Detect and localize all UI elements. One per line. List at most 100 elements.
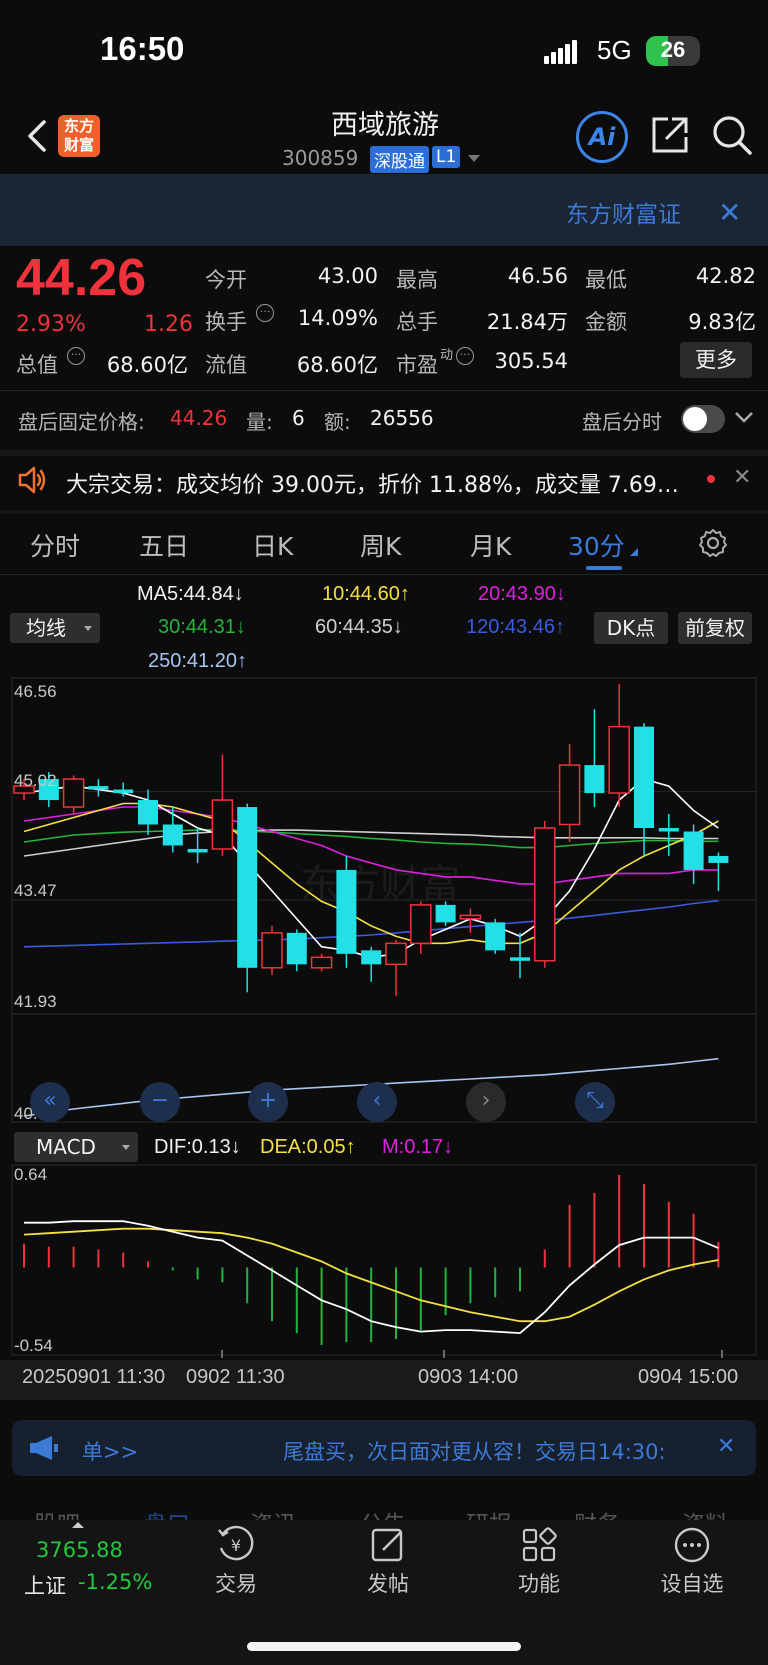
ma120-legend: 120:43.46↑ xyxy=(466,616,565,638)
total-value: 68.60亿 xyxy=(106,353,188,377)
active-tab-indicator xyxy=(586,566,622,570)
candle-body xyxy=(658,828,679,832)
after-hours-price: 44.26 xyxy=(170,406,228,430)
open-value: 43.00 xyxy=(317,264,378,288)
after-hours-amt: 26556 xyxy=(370,406,434,430)
fullscreen-icon[interactable]: ⤡ xyxy=(575,1082,615,1122)
network-type: 5G xyxy=(597,35,632,65)
zoom-in-icon[interactable]: + xyxy=(248,1082,288,1122)
indicator-selector[interactable]: MACD xyxy=(14,1132,138,1162)
scroll-right-icon[interactable]: › xyxy=(466,1082,506,1122)
promo-text[interactable]: 尾盘买，次日面对更从容！交易日14:30: xyxy=(283,1436,666,1466)
index-name[interactable]: 上证 xyxy=(24,1570,66,1600)
price-axis-label: 45.02 xyxy=(14,771,57,790)
candle-body xyxy=(608,725,630,794)
date-axis-label: 20250901 11:30 xyxy=(22,1366,166,1388)
settings-gear-icon[interactable] xyxy=(697,527,729,563)
total-value-info-icon[interactable]: ··· xyxy=(67,347,85,365)
chevron-down-icon[interactable] xyxy=(734,410,754,429)
price-axis-label: 43.47 xyxy=(14,881,57,900)
m-legend: M:0.17↓ xyxy=(382,1136,454,1158)
candle-body xyxy=(485,922,506,951)
price-axis-label: 41.93 xyxy=(14,992,57,1011)
level-badge[interactable]: L1 xyxy=(432,146,461,168)
ma20-legend: 20:43.90↓ xyxy=(478,583,566,605)
app-logo[interactable]: 东方 财富 xyxy=(58,115,100,157)
macd-chart[interactable] xyxy=(0,1164,768,1358)
after-hours-vol: 6 xyxy=(292,406,305,430)
speaker-icon xyxy=(16,464,48,496)
tab-daily-k[interactable]: 日K xyxy=(252,527,293,563)
nav-function[interactable]: 功能 xyxy=(479,1568,599,1598)
candle-body xyxy=(634,726,654,828)
float-value: 68.60亿 xyxy=(296,353,378,377)
ma5-legend: MA5:44.84↓ xyxy=(137,583,244,605)
last-price: 44.26 xyxy=(16,249,147,307)
watchlist-icon[interactable] xyxy=(671,1524,713,1566)
level-dropdown-icon[interactable] xyxy=(468,155,480,162)
candle-body xyxy=(62,778,85,808)
back-arrow-icon[interactable] xyxy=(22,116,52,156)
tab-30min[interactable]: 30分 xyxy=(568,527,625,563)
divider xyxy=(0,574,768,575)
after-hours-timeshare-label: 盘后分时 xyxy=(582,410,662,434)
share-icon[interactable] xyxy=(648,113,692,157)
date-axis-label: 0904 15:00 xyxy=(638,1366,739,1388)
candle-body xyxy=(385,942,407,966)
promo-close-icon[interactable]: ✕ xyxy=(717,1434,735,1459)
tab-weekly-k[interactable]: 周K xyxy=(360,527,401,563)
nav-trade[interactable]: 交易 xyxy=(176,1568,296,1598)
amount-label: 金额 xyxy=(585,310,627,334)
candle-body xyxy=(683,831,704,870)
dk-point-button[interactable]: DK点 xyxy=(594,612,668,644)
scroll-left-fast-icon[interactable]: « xyxy=(30,1082,70,1122)
function-icon[interactable] xyxy=(518,1524,560,1566)
ad-banner-text[interactable]: 东方财富证 xyxy=(566,195,681,229)
block-trade-text[interactable]: 大宗交易：成交均价 39.00元，折价 11.88%，成交量 7.69… xyxy=(66,467,679,499)
pe-label: 市盈 xyxy=(396,353,438,377)
ma60-legend: 60:44.35↓ xyxy=(315,616,403,638)
logo-line-1: 东方 xyxy=(63,117,94,135)
ma-selector[interactable]: 均线 xyxy=(10,613,100,643)
candle-body xyxy=(435,904,456,923)
battery-icon: 26 xyxy=(646,36,700,66)
block-trade-close-icon[interactable]: ✕ xyxy=(733,465,751,490)
ad-close-icon[interactable]: ✕ xyxy=(718,196,741,229)
cellular-signal-icon xyxy=(544,40,584,64)
stock-code: 300859 xyxy=(282,146,359,170)
dif-legend: DIF:0.13↓ xyxy=(154,1136,241,1158)
zoom-out-icon[interactable]: − xyxy=(140,1082,180,1122)
tab-timeshare[interactable]: 分时 xyxy=(30,527,80,563)
turnover-label: 换手 xyxy=(205,310,247,334)
nav-watchlist[interactable]: 设自选 xyxy=(632,1568,752,1598)
tab-five-day[interactable]: 五日 xyxy=(139,527,189,563)
ma250-legend: 250:41.20↑ xyxy=(148,650,247,672)
index-value[interactable]: 3765.88 xyxy=(36,1538,123,1562)
turnover-info-icon[interactable]: ··· xyxy=(256,304,274,322)
candle-body xyxy=(459,914,482,920)
adjust-button[interactable]: 前复权 xyxy=(678,612,752,644)
nav-post[interactable]: 发帖 xyxy=(328,1568,448,1598)
high-label: 最高 xyxy=(396,268,438,292)
ai-button[interactable]: Ai xyxy=(576,111,628,163)
float-value-label: 流值 xyxy=(205,353,247,377)
home-indicator xyxy=(247,1642,521,1651)
after-hours-toggle[interactable] xyxy=(681,405,725,433)
index-change[interactable]: -1.25% xyxy=(78,1570,152,1594)
search-icon[interactable] xyxy=(710,113,754,157)
candle-body xyxy=(410,904,432,945)
promo-left-link[interactable]: 单>> xyxy=(82,1436,138,1466)
tab-monthly-k[interactable]: 月K xyxy=(470,527,511,563)
post-icon[interactable] xyxy=(367,1524,409,1566)
scroll-left-icon[interactable]: ‹ xyxy=(357,1082,397,1122)
high-value: 46.56 xyxy=(507,264,568,288)
low-label: 最低 xyxy=(585,268,627,292)
trade-icon[interactable]: ¥ xyxy=(215,1524,257,1566)
status-time: 16:50 xyxy=(100,30,185,67)
candle-body xyxy=(162,824,183,846)
more-button[interactable]: 更多 xyxy=(680,342,752,378)
divider xyxy=(0,510,768,514)
date-axis-label: 0902 11:30 xyxy=(186,1366,285,1388)
kline-chart[interactable]: 东方财富 xyxy=(0,676,768,1126)
candle-body xyxy=(88,786,109,790)
